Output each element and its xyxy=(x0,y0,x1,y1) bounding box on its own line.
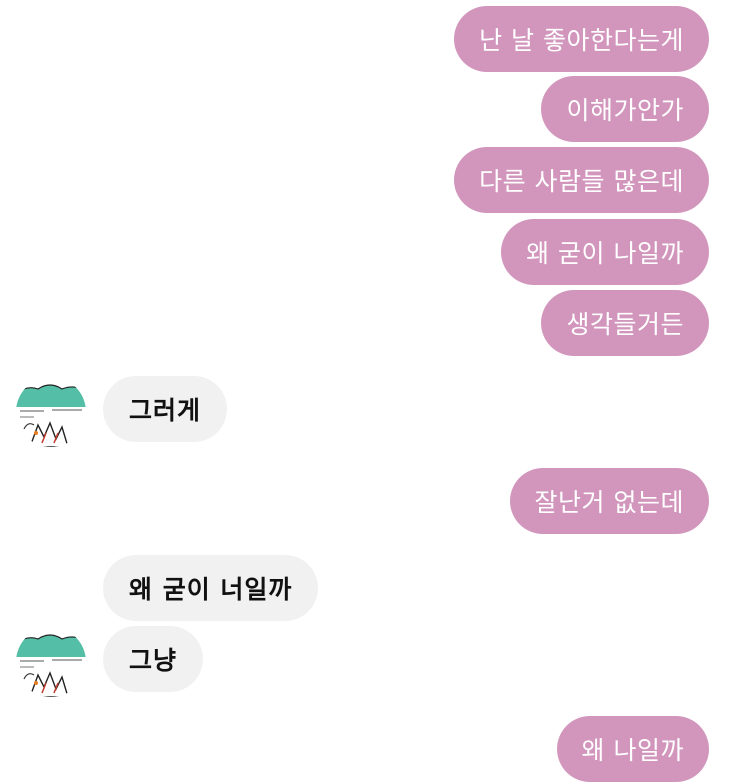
message-text: 왜 나일까 xyxy=(581,736,684,765)
message-text: 잘난거 없는데 xyxy=(534,488,684,517)
message-text: 다른 사람들 많은데 xyxy=(479,167,684,196)
incoming-message-bubble[interactable]: 그러게 xyxy=(103,376,228,442)
outgoing-message-bubble[interactable]: 왜 굳이 나일까 xyxy=(501,219,709,285)
profile-avatar[interactable] xyxy=(16,377,86,447)
message-text: 그냥 xyxy=(129,646,178,675)
outgoing-message-bubble[interactable]: 다른 사람들 많은데 xyxy=(454,147,709,213)
incoming-message-bubble[interactable]: 그냥 xyxy=(103,626,204,692)
profile-avatar[interactable] xyxy=(16,627,86,697)
chat-thread: 난 날 좋아한다는게 이해가안가 다른 사람들 많은데 왜 굳이 나일까 생각들… xyxy=(0,0,750,782)
outgoing-message-bubble[interactable]: 이해가안가 xyxy=(541,76,709,142)
avatar-drawing-icon xyxy=(16,377,86,447)
outgoing-message-bubble[interactable]: 왜 나일까 xyxy=(556,716,709,782)
message-text: 생각들거든 xyxy=(566,310,684,339)
message-text: 그러게 xyxy=(129,396,202,425)
avatar-drawing-icon xyxy=(16,627,86,697)
message-text: 이해가안가 xyxy=(566,96,684,125)
message-text: 난 날 좋아한다는게 xyxy=(479,26,684,55)
outgoing-message-bubble[interactable]: 잘난거 없는데 xyxy=(509,468,709,534)
message-text: 왜 굳이 나일까 xyxy=(526,239,684,268)
incoming-message-bubble[interactable]: 왜 굳이 너일까 xyxy=(103,555,319,621)
outgoing-message-bubble[interactable]: 생각들거든 xyxy=(541,290,709,356)
outgoing-message-bubble[interactable]: 난 날 좋아한다는게 xyxy=(454,6,709,72)
message-text: 왜 굳이 너일까 xyxy=(129,575,293,604)
